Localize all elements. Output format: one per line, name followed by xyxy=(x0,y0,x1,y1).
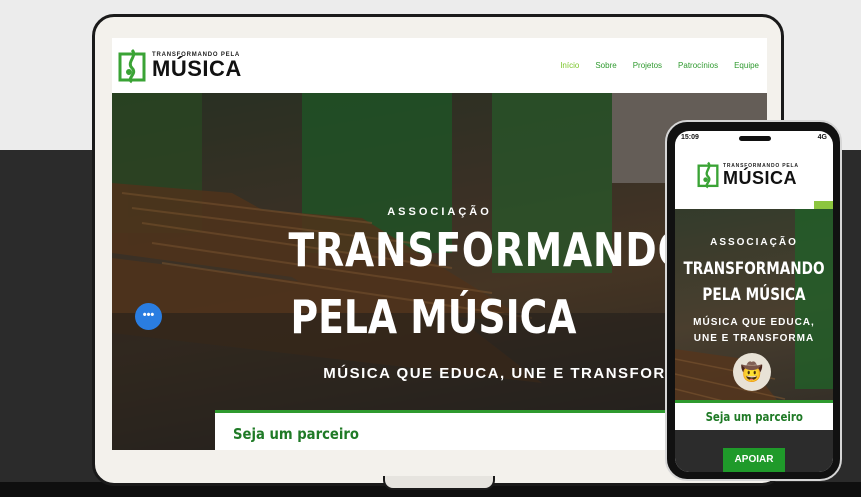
mobile-hero-title-line2: PELA MÚSICA xyxy=(702,285,806,305)
partner-cta-box[interactable]: Seja um parceiro xyxy=(215,410,675,450)
hero-title-line2: PELA MÚSICA xyxy=(290,290,577,344)
avatar-emoji-icon[interactable]: 🤠 xyxy=(733,353,771,391)
nav-item-sobre[interactable]: Sobre xyxy=(595,61,616,70)
mobile-partner-cta-text: Seja um parceiro xyxy=(705,410,803,424)
nav-item-inicio[interactable]: Início xyxy=(560,61,579,70)
apoiar-button[interactable]: APOIAR xyxy=(723,448,785,472)
logo-mark-icon xyxy=(697,161,719,189)
mobile-partner-cta-box[interactable]: Seja um parceiro xyxy=(675,400,833,430)
partner-cta-text: Seja um parceiro xyxy=(233,425,359,443)
main-nav: Início Sobre Projetos Patrocínios Equipe xyxy=(560,61,759,70)
mobile-hero-kicker: ASSOCIAÇÃO xyxy=(710,237,798,248)
nav-item-patrocinios[interactable]: Patrocínios xyxy=(678,61,718,70)
mobile-hero-subtitle-line1: MÚSICA QUE EDUCA, xyxy=(693,317,815,328)
logo-mark-icon xyxy=(118,48,146,83)
status-signal: 4G xyxy=(817,134,827,141)
chat-icon[interactable]: ••• xyxy=(135,303,162,330)
nav-item-equipe[interactable]: Equipe xyxy=(734,61,759,70)
phone-speaker xyxy=(739,136,771,141)
phone-screen: 15:09 4G TRANSFORMANDO PELA MÚSICA ASSOC… xyxy=(675,131,833,472)
mobile-hero-title-line1: TRANSFORMANDO xyxy=(683,259,825,279)
site-header: TRANSFORMANDO PELA MÚSICA Início Sobre P… xyxy=(112,38,767,93)
laptop-notch xyxy=(383,476,495,490)
nav-item-projetos[interactable]: Projetos xyxy=(633,61,662,70)
logo-main: MÚSICA xyxy=(152,55,242,81)
mobile-logo-main: MÚSICA xyxy=(723,167,797,188)
status-time: 15:09 xyxy=(681,134,699,141)
site-logo[interactable]: TRANSFORMANDO PELA MÚSICA xyxy=(118,48,242,84)
mobile-hero-subtitle-line2: UNE E TRANSFORMA xyxy=(693,333,815,344)
mobile-site-logo[interactable]: TRANSFORMANDO PELA MÚSICA xyxy=(697,161,799,189)
